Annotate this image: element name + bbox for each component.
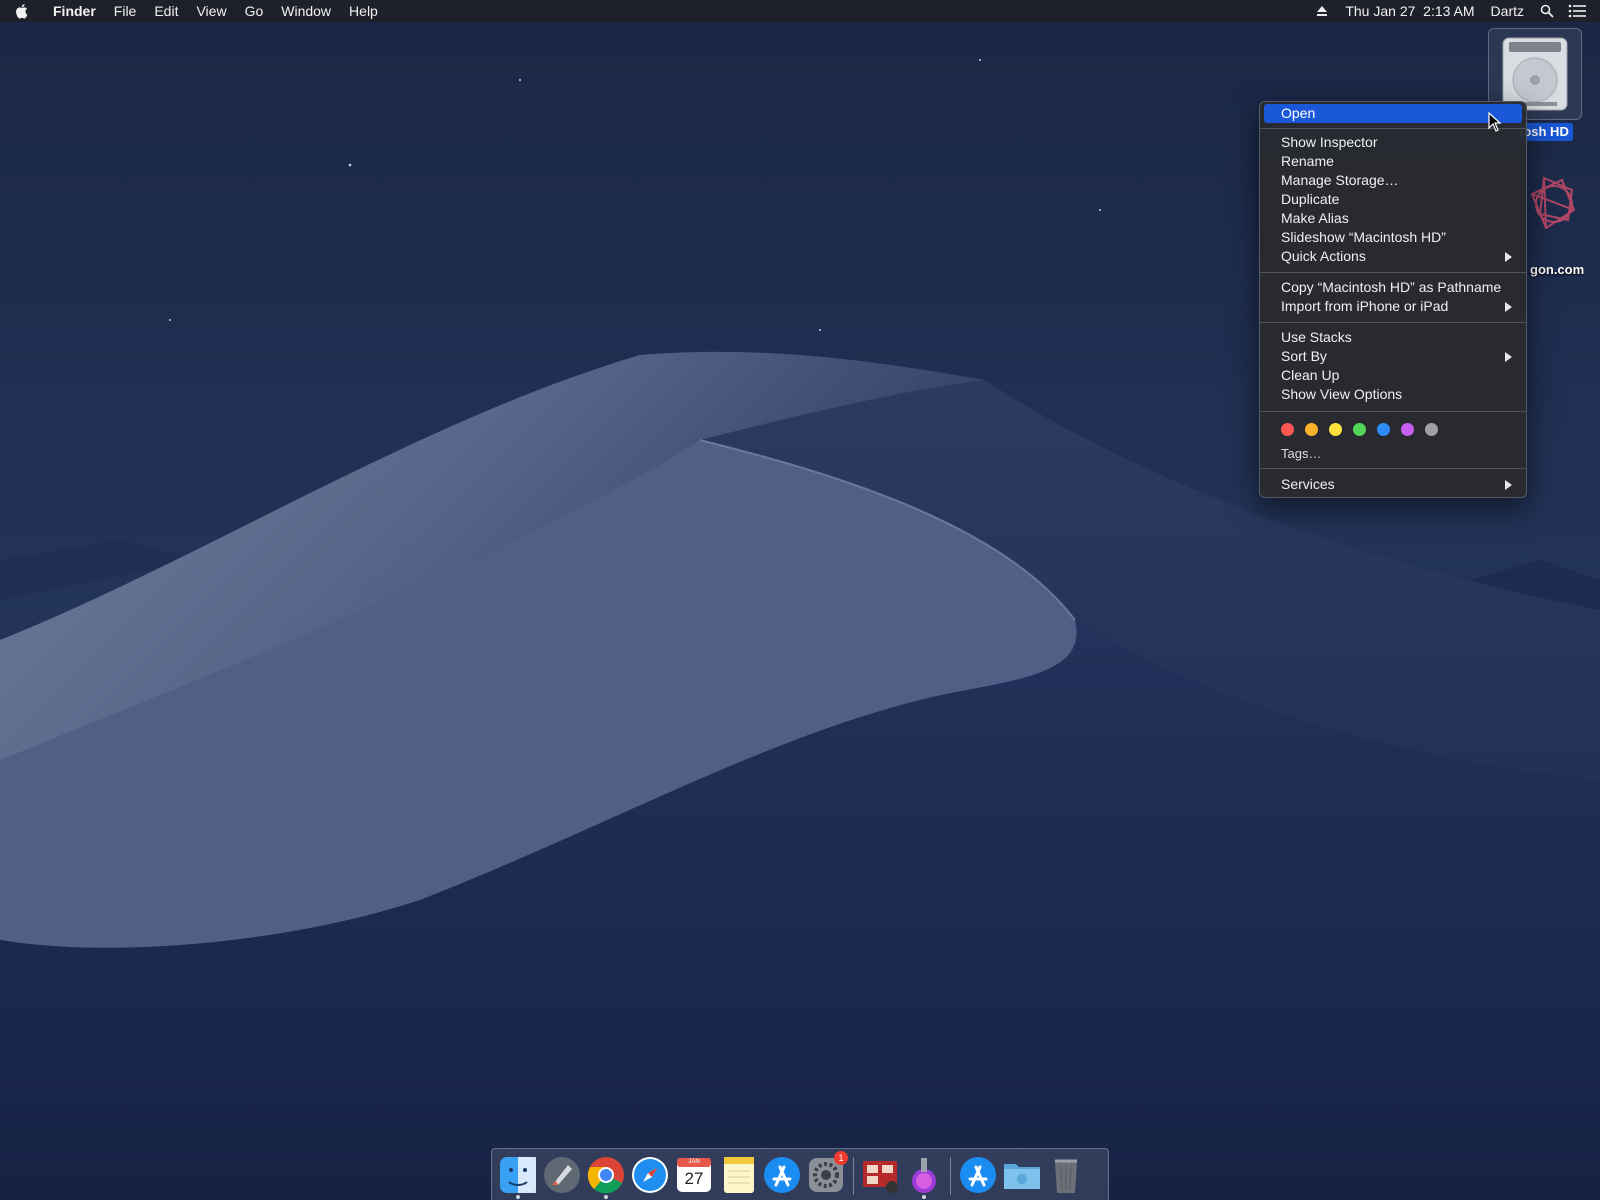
tag-color-row (1281, 423, 1449, 436)
menu-item-label: Make Alias (1281, 210, 1349, 226)
menu-item-open[interactable]: Open (1264, 104, 1522, 123)
menu-item-label: Sort By (1281, 348, 1327, 364)
dock-divider (853, 1157, 854, 1195)
menu-item-tags[interactable]: Tags… (1264, 444, 1522, 463)
menu-item-services[interactable]: Services (1264, 475, 1522, 494)
website-file-label[interactable]: gon.com (1530, 262, 1584, 277)
menu-item-label: Quick Actions (1281, 248, 1366, 264)
menu-bar: Finder File Edit View Go Window Help Thu… (0, 0, 1600, 22)
menu-window[interactable]: Window (272, 0, 340, 22)
submenu-arrow-icon (1505, 480, 1512, 490)
menu-item-label: Slideshow “Macintosh HD” (1281, 229, 1446, 245)
dock: JAN 27 1 (491, 1148, 1109, 1200)
tag-red[interactable] (1281, 423, 1294, 436)
tag-blue[interactable] (1377, 423, 1390, 436)
menu-separator (1260, 128, 1526, 129)
calendar-day: 27 (684, 1169, 704, 1188)
menu-item-quick-actions[interactable]: Quick Actions (1264, 247, 1522, 266)
menu-item-label: Services (1281, 476, 1335, 492)
menu-item-use-stacks[interactable]: Use Stacks (1264, 328, 1522, 347)
tag-orange[interactable] (1305, 423, 1318, 436)
menu-item-label: Duplicate (1281, 191, 1340, 207)
app-store-icon[interactable] (762, 1155, 802, 1195)
running-indicator (922, 1195, 926, 1199)
menu-item-label: Clean Up (1281, 367, 1340, 383)
calendar-month: JAN (688, 1159, 700, 1165)
website-file-icon[interactable] (1522, 170, 1598, 250)
system-preferences-icon[interactable]: 1 (806, 1151, 848, 1195)
menu-file[interactable]: File (105, 0, 146, 22)
tag-gray[interactable] (1425, 423, 1438, 436)
menu-user[interactable]: Dartz (1483, 0, 1532, 22)
menu-item-duplicate[interactable]: Duplicate (1264, 190, 1522, 209)
installer-icon[interactable] (904, 1155, 944, 1199)
tag-purple[interactable] (1401, 423, 1414, 436)
running-indicator (604, 1195, 608, 1199)
tag-green[interactable] (1353, 423, 1366, 436)
submenu-arrow-icon (1505, 302, 1512, 312)
menu-item-label: Show View Options (1281, 386, 1403, 402)
menu-separator (1260, 322, 1526, 323)
apple-icon[interactable] (0, 3, 44, 19)
menu-separator (1260, 411, 1526, 412)
running-indicator (516, 1195, 520, 1199)
documents-folder-icon[interactable] (1002, 1155, 1042, 1195)
tag-yellow[interactable] (1329, 423, 1342, 436)
submenu-arrow-icon (1505, 352, 1512, 362)
menu-item-clean-up[interactable]: Clean Up (1264, 366, 1522, 385)
menu-item-show-inspector[interactable]: Show Inspector (1264, 133, 1522, 152)
submenu-arrow-icon (1505, 252, 1512, 262)
menu-separator (1260, 468, 1526, 469)
menu-separator (1260, 272, 1526, 273)
menu-item-slideshow[interactable]: Slideshow “Macintosh HD” (1264, 228, 1522, 247)
menu-item-label: Open (1281, 105, 1316, 121)
menu-app-name[interactable]: Finder (44, 0, 105, 22)
notification-center-icon[interactable] (1566, 4, 1588, 18)
spotlight-search-icon[interactable] (1536, 4, 1558, 18)
finder-icon[interactable] (498, 1155, 538, 1199)
menu-help[interactable]: Help (340, 0, 387, 22)
app-store-folder-icon[interactable] (958, 1155, 998, 1195)
notes-icon[interactable] (718, 1155, 758, 1195)
menu-item-label: Use Stacks (1281, 329, 1352, 345)
eject-icon[interactable] (1311, 5, 1333, 17)
menu-item-sort-by[interactable]: Sort By (1264, 347, 1522, 366)
menu-item-manage-storage[interactable]: Manage Storage… (1264, 171, 1522, 190)
menu-datetime[interactable]: Thu Jan 27 2:13 AM (1337, 0, 1482, 22)
menu-item-make-alias[interactable]: Make Alias (1264, 209, 1522, 228)
mouse-cursor-icon (1488, 111, 1502, 137)
menu-go[interactable]: Go (236, 0, 273, 22)
menu-item-label: Rename (1281, 153, 1334, 169)
safari-icon[interactable] (630, 1155, 670, 1195)
menu-edit[interactable]: Edit (145, 0, 187, 22)
chrome-icon[interactable] (586, 1155, 626, 1199)
notification-badge: 1 (834, 1151, 848, 1165)
menu-item-copy-pathname[interactable]: Copy “Macintosh HD” as Pathname (1264, 278, 1522, 297)
launchpad-icon[interactable] (542, 1155, 582, 1195)
menu-item-label: Show Inspector (1281, 134, 1378, 150)
context-menu: Open Show Inspector Rename Manage Storag… (1259, 101, 1527, 498)
menu-item-label: Tags… (1281, 446, 1322, 461)
menu-item-rename[interactable]: Rename (1264, 152, 1522, 171)
calendar-icon[interactable]: JAN 27 (674, 1155, 714, 1195)
dock-divider (950, 1157, 951, 1195)
trash-icon[interactable] (1046, 1155, 1086, 1195)
menu-item-import-from-iphone[interactable]: Import from iPhone or iPad (1264, 297, 1522, 316)
menu-view[interactable]: View (187, 0, 235, 22)
menu-item-label: Copy “Macintosh HD” as Pathname (1281, 279, 1502, 295)
menu-item-label: Manage Storage… (1281, 172, 1399, 188)
menu-item-show-view-options[interactable]: Show View Options (1264, 385, 1522, 404)
menu-item-label: Import from iPhone or iPad (1281, 298, 1449, 314)
photo-booth-icon[interactable] (860, 1155, 900, 1195)
